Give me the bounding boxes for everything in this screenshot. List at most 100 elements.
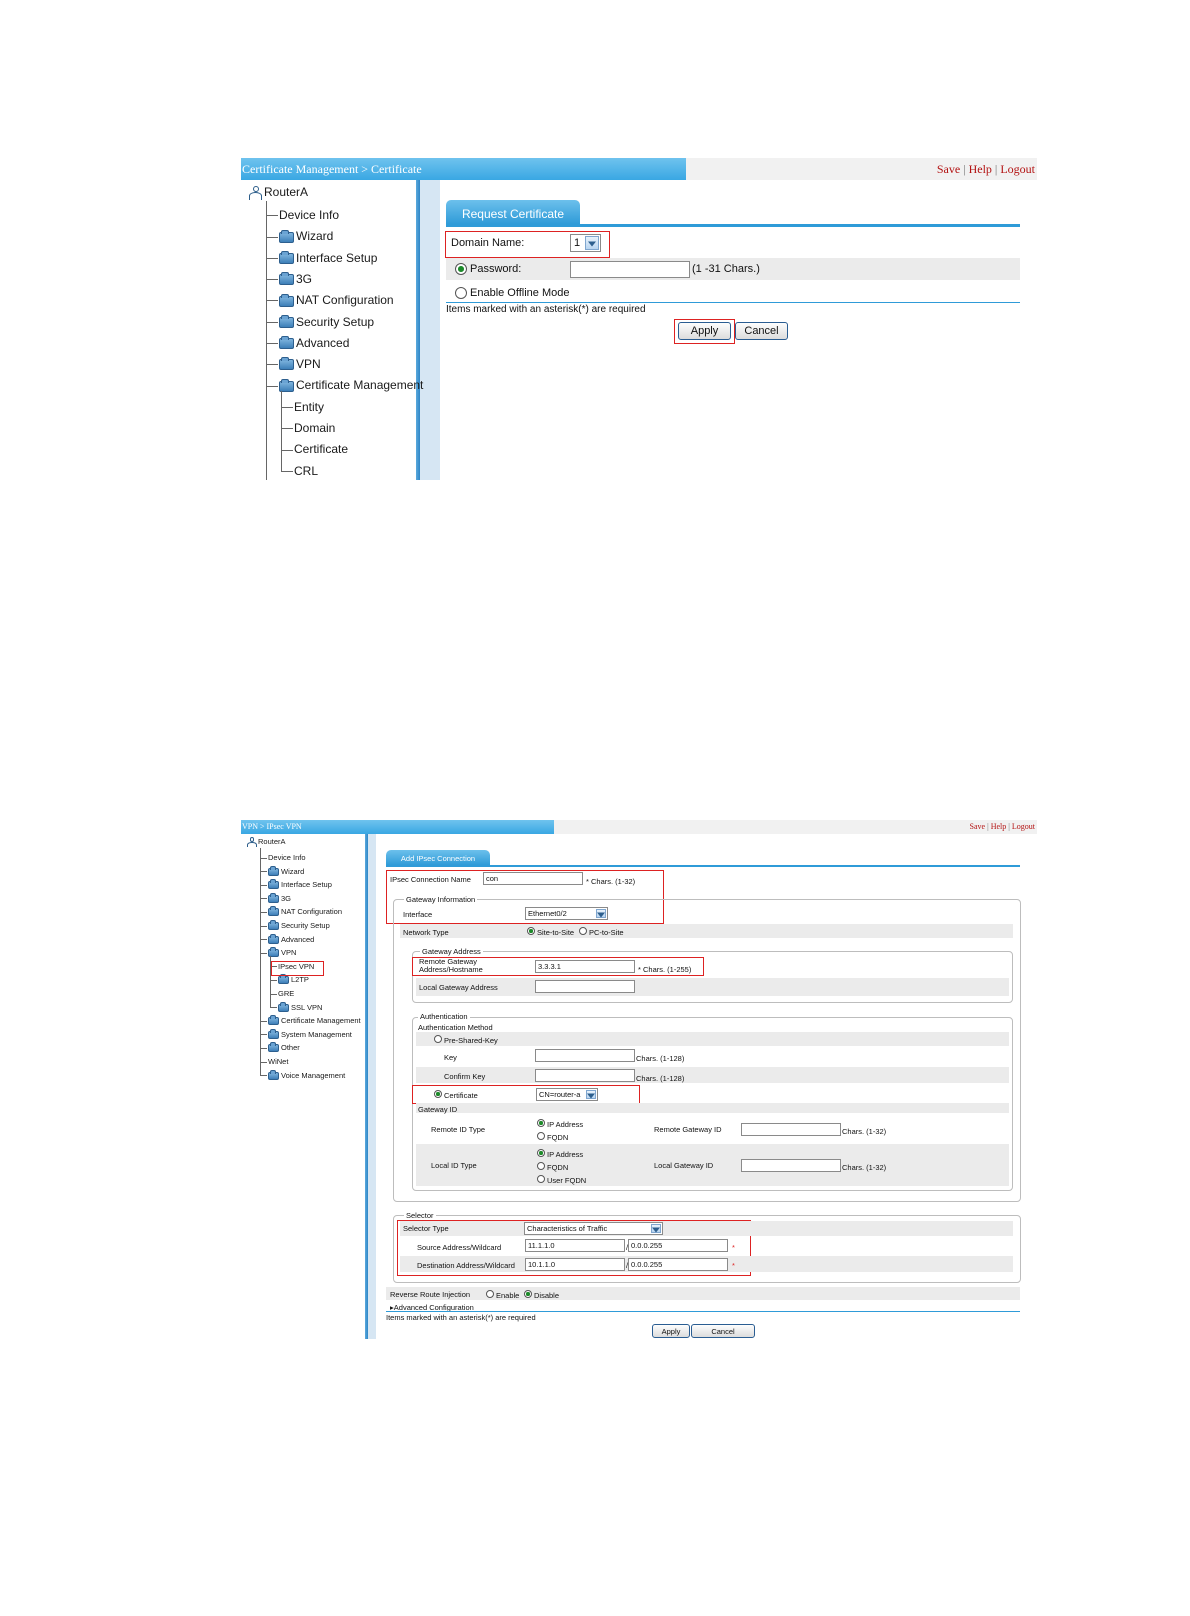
sidebar-item-certificate-management[interactable]: Certificate Management xyxy=(268,1015,361,1026)
tree-line xyxy=(260,871,267,873)
connection-name-input[interactable]: con xyxy=(483,872,583,885)
tree-line xyxy=(266,300,278,302)
tree-line xyxy=(266,321,278,323)
local-id-userfqdn-radio[interactable] xyxy=(537,1175,545,1183)
sidebar-item-label: Interface Setup xyxy=(296,250,378,265)
offline-mode-radio[interactable] xyxy=(455,287,467,299)
remote-id-ip-radio[interactable] xyxy=(537,1119,545,1127)
sidebar-item-advanced[interactable]: Advanced xyxy=(268,933,315,944)
sidebar-item-voice-management[interactable]: Voice Management xyxy=(268,1069,345,1080)
sidebar-item-3g[interactable]: 3G xyxy=(268,892,292,903)
sidebar-item-interface-setup[interactable]: Interface Setup xyxy=(268,879,332,890)
certificate-radio[interactable] xyxy=(434,1090,442,1098)
help-link[interactable]: Help xyxy=(991,822,1007,831)
sidebar-item-vpn[interactable]: VPN xyxy=(268,947,296,958)
sidebar-item-crl[interactable]: CRL xyxy=(294,464,318,478)
interface-select[interactable]: Ethernet0/2 xyxy=(525,907,608,920)
sidebar-item-certificate-management[interactable]: Certificate Management xyxy=(279,378,423,392)
confirm-key-label: Confirm Key xyxy=(444,1072,486,1081)
tree-root[interactable]: RouterA xyxy=(247,837,286,848)
pc-to-site-radio[interactable] xyxy=(579,927,587,935)
sidebar-item-device-info[interactable]: Device Info xyxy=(268,853,306,862)
sidebar-item-nat-configuration[interactable]: NAT Configuration xyxy=(279,293,394,307)
sidebar-item-other[interactable]: Other xyxy=(268,1042,300,1053)
remote-id-fqdn-label: FQDN xyxy=(547,1133,569,1142)
source-address-input[interactable]: 11.1.1.0 xyxy=(525,1239,625,1252)
destination-asterisk: * xyxy=(732,1261,735,1270)
sidebar-item-domain[interactable]: Domain xyxy=(294,421,335,435)
folder-icon xyxy=(279,272,294,286)
sidebar-item-advanced[interactable]: Advanced xyxy=(279,336,349,350)
password-radio[interactable] xyxy=(455,263,467,275)
sidebar-item-system-management[interactable]: System Management xyxy=(268,1028,352,1039)
logout-link[interactable]: Logout xyxy=(1000,162,1035,176)
cancel-button[interactable]: Cancel xyxy=(691,1324,755,1338)
rri-disable-radio[interactable] xyxy=(524,1290,532,1298)
pc-to-site-label: PC-to-Site xyxy=(589,928,624,937)
sidebar-item-device-info[interactable]: Device Info xyxy=(279,208,339,222)
confirm-key-input[interactable] xyxy=(535,1069,635,1082)
local-id-fqdn-radio[interactable] xyxy=(537,1162,545,1170)
password-input[interactable] xyxy=(570,261,690,278)
required-note: Items marked with an asterisk(*) are req… xyxy=(386,1313,536,1322)
form-divider xyxy=(386,1311,1020,1312)
local-id-ip-radio[interactable] xyxy=(537,1149,545,1157)
tree-line xyxy=(260,857,267,859)
password-hint: (1 -31 Chars.) xyxy=(692,263,760,275)
selector-type-select[interactable]: Characteristics of Traffic xyxy=(524,1222,663,1235)
sidebar-item-label: Device Info xyxy=(268,853,306,862)
remote-id-fqdn-radio[interactable] xyxy=(537,1132,545,1140)
tree-line xyxy=(260,848,261,1076)
help-link[interactable]: Help xyxy=(969,162,992,176)
logout-link[interactable]: Logout xyxy=(1012,822,1035,831)
sidebar-item-security-setup[interactable]: Security Setup xyxy=(268,920,330,931)
sidebar-item-wizard[interactable]: Wizard xyxy=(268,865,304,876)
sidebar-item-label: 3G xyxy=(296,271,313,286)
sidebar-item-wizard[interactable]: Wizard xyxy=(279,229,333,243)
tab-add-ipsec-connection[interactable]: Add IPsec Connection xyxy=(386,850,490,865)
apply-button[interactable]: Apply xyxy=(652,1324,690,1338)
remote-gateway-input[interactable]: 3.3.3.1 xyxy=(535,960,635,973)
tree-root[interactable]: RouterA xyxy=(249,185,308,200)
tree-line xyxy=(260,898,267,900)
destination-wildcard-input[interactable]: 0.0.0.255 xyxy=(628,1258,728,1271)
site-to-site-radio[interactable] xyxy=(527,927,535,935)
sidebar-item-nat-configuration[interactable]: NAT Configuration xyxy=(268,906,342,917)
folder-icon xyxy=(279,314,294,328)
sidebar-item-interface-setup[interactable]: Interface Setup xyxy=(279,251,377,265)
sidebar-item-entity[interactable]: Entity xyxy=(294,400,324,414)
folder-icon xyxy=(278,1001,289,1012)
sidebar-item-gre[interactable]: GRE xyxy=(278,989,294,998)
remote-gateway-id-input[interactable] xyxy=(741,1123,841,1136)
sidebar-item-3g[interactable]: 3G xyxy=(279,272,312,286)
certificate-select[interactable]: CN=router-a xyxy=(536,1088,598,1101)
tree-line xyxy=(260,884,267,886)
highlight-ipsec-vpn xyxy=(271,961,324,976)
psk-radio[interactable] xyxy=(434,1035,442,1043)
sidebar-item-ssl-vpn[interactable]: SSL VPN xyxy=(278,1001,322,1012)
apply-button[interactable]: Apply xyxy=(678,322,731,340)
sidebar-item-security-setup[interactable]: Security Setup xyxy=(279,315,374,329)
save-link[interactable]: Save xyxy=(970,822,986,831)
local-gateway-input[interactable] xyxy=(535,980,635,993)
tree-line xyxy=(281,449,293,451)
source-wildcard-input[interactable]: 0.0.0.255 xyxy=(628,1239,728,1252)
domain-name-select[interactable]: 1 xyxy=(570,234,601,252)
local-gateway-id-input[interactable] xyxy=(741,1159,841,1172)
form-divider xyxy=(446,302,1020,303)
sidebar-item-l2tp[interactable]: L2TP xyxy=(278,974,309,985)
sidebar-item-label: Advanced xyxy=(281,934,315,944)
source-asterisk: * xyxy=(732,1243,735,1252)
save-link[interactable]: Save xyxy=(937,162,960,176)
key-input[interactable] xyxy=(535,1049,635,1062)
destination-address-input[interactable]: 10.1.1.0 xyxy=(525,1258,625,1271)
rri-enable-radio[interactable] xyxy=(486,1290,494,1298)
tree-line xyxy=(266,236,278,238)
tree-line xyxy=(266,385,278,387)
cancel-button[interactable]: Cancel xyxy=(735,322,788,340)
sidebar-item-certificate[interactable]: Certificate xyxy=(294,442,348,456)
sidebar-item-vpn[interactable]: VPN xyxy=(279,357,321,371)
tab-request-certificate[interactable]: Request Certificate xyxy=(446,200,580,224)
sidebar-item-label: 3G xyxy=(281,893,292,903)
sidebar-item-winet[interactable]: WiNet xyxy=(268,1057,288,1066)
